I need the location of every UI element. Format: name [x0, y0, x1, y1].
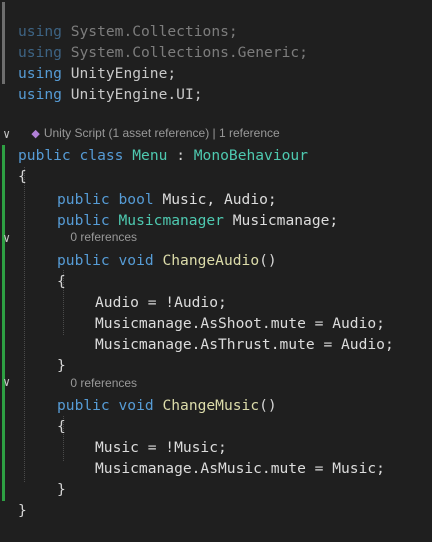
code-line-method-changemusic[interactable]: public void ChangeMusic()	[0, 374, 432, 414]
code-line-open-brace[interactable]: {	[0, 145, 432, 185]
code-line-close-brace[interactable]: }	[0, 458, 432, 498]
namespace: UnityEngine.UI;	[70, 86, 203, 103]
code-line-statement[interactable]: Musicmanage.AsThrust.mute = Audio;	[0, 313, 432, 353]
brace: }	[18, 502, 27, 519]
code-line-field-musicmanager[interactable]: public Musicmanager Musicmanage;	[0, 189, 432, 229]
code-line-field-bools[interactable]: public bool Music, Audio;	[0, 168, 432, 208]
code-line-open-brace[interactable]: {	[0, 250, 432, 290]
codelens-changemusic-references[interactable]: 0 references	[57, 356, 137, 390]
code-line-close-brace[interactable]: }	[0, 334, 432, 374]
code-line-class-declaration[interactable]: public class Menu : MonoBehaviour	[0, 124, 432, 164]
code-line-using[interactable]: using System.Collections.Generic;	[0, 21, 432, 61]
code-line-statement[interactable]: Music = !Music;	[0, 416, 432, 456]
identifier: Musicmanage;	[232, 212, 339, 229]
code-line-using[interactable]: using UnityEngine.UI;	[0, 63, 432, 103]
codelens-changeaudio-references[interactable]: 0 references	[57, 210, 137, 244]
code-line-close-brace[interactable]: }	[0, 479, 432, 519]
code-line-statement[interactable]: Musicmanage.AsMusic.mute = Music;	[0, 437, 432, 477]
code-line-open-brace[interactable]: {	[0, 395, 432, 435]
code-line-using[interactable]: using System.Collections;	[0, 0, 432, 40]
code-editor[interactable]: ∨ ∨ ∨ using System.Collections; using Sy…	[0, 0, 432, 519]
code-line-statement[interactable]: Audio = !Audio;	[0, 271, 432, 311]
code-line-using[interactable]: using UnityEngine;	[0, 42, 432, 82]
codelens-class-references[interactable]: ◆ Unity Script (1 asset reference) | 1 re…	[18, 106, 279, 140]
code-line-statement[interactable]: Musicmanage.AsShoot.mute = Audio;	[0, 292, 432, 332]
keyword: using	[18, 86, 62, 103]
code-line-method-changeaudio[interactable]: public void ChangeAudio()	[0, 229, 432, 269]
